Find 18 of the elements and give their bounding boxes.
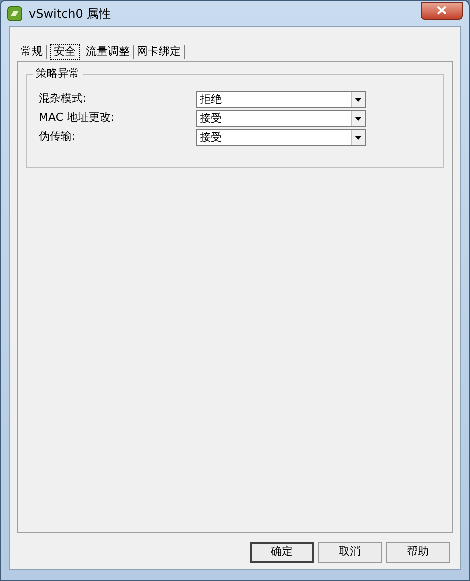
group-title: 策略异常 <box>33 67 83 81</box>
dialog-button[interactable]: 确定 <box>250 542 314 563</box>
tab[interactable]: 常规 <box>18 45 47 59</box>
tab[interactable]: 网卡绑定 <box>134 45 185 59</box>
tab[interactable]: 流量调整 <box>83 45 134 59</box>
dialog-button[interactable]: 取消 <box>318 542 382 563</box>
close-icon <box>437 6 447 15</box>
dropdown[interactable]: 拒绝 <box>196 91 366 108</box>
close-button[interactable] <box>421 2 463 20</box>
window-title: vSwitch0 属性 <box>29 6 112 22</box>
app-icon <box>7 6 23 22</box>
dropdown[interactable]: 接受 <box>196 110 366 127</box>
dialog-button[interactable]: 帮助 <box>386 542 450 563</box>
field-label: 伪传输: <box>38 129 77 146</box>
field-label: 混杂模式: <box>38 91 88 108</box>
field-label: MAC 地址更改: <box>38 110 116 126</box>
tab[interactable]: 安全 <box>51 45 79 59</box>
dropdown[interactable]: 接受 <box>196 129 366 146</box>
